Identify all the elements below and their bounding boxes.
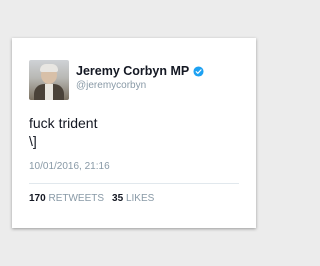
like-label: LIKES <box>125 193 155 204</box>
retweets-stat[interactable]: 170 RETWEETS <box>29 193 104 204</box>
avatar-shirt <box>45 84 53 100</box>
tweet-text: fuck trident \] <box>29 114 97 150</box>
author-name[interactable]: Jeremy Corbyn MP <box>76 64 189 78</box>
retweet-count: 170 <box>29 193 46 204</box>
divider <box>29 183 239 184</box>
retweet-label: RETWEETS <box>48 193 105 204</box>
like-count: 35 <box>112 193 124 204</box>
likes-stat[interactable]: 35 LIKES <box>112 193 154 204</box>
tweet-card: Jeremy Corbyn MP @jeremycorbyn fuck trid… <box>12 38 256 228</box>
tweet-text-line: \] <box>29 133 37 149</box>
author-handle[interactable]: @jeremycorbyn <box>76 80 146 91</box>
author-row: Jeremy Corbyn MP <box>76 64 204 78</box>
avatar-hair <box>40 64 58 72</box>
tweet-text-line: fuck trident <box>29 115 98 131</box>
tweet-stats: 170 RETWEETS 35 LIKES <box>29 193 154 204</box>
avatar[interactable] <box>29 60 69 100</box>
verified-badge-icon <box>193 65 204 77</box>
tweet-timestamp[interactable]: 10/01/2016, 21:16 <box>29 161 110 172</box>
